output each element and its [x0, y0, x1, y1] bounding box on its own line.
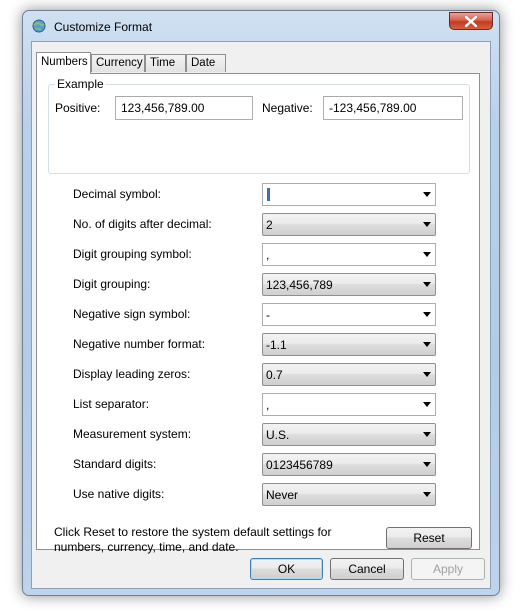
- example-groupbox: Example Positive: 123,456,789.00 Negativ…: [48, 77, 470, 174]
- digit-grouping-symbol-combo[interactable]: ,: [262, 243, 436, 266]
- list-separator-combo[interactable]: ,: [262, 393, 436, 416]
- negative-label: Negative:: [262, 101, 313, 115]
- negative-number-format-value: -1.1: [266, 338, 287, 352]
- negative-number-format-label: Negative number format:: [73, 337, 206, 351]
- ok-button[interactable]: OK: [250, 558, 323, 580]
- digit-grouping-symbol-value: ,: [266, 248, 270, 262]
- globe-icon: [32, 19, 46, 33]
- tab-date[interactable]: Date: [186, 54, 226, 72]
- reset-info-text: Click Reset to restore the system defaul…: [54, 525, 374, 555]
- tab-label: Numbers: [41, 56, 88, 68]
- chevron-down-icon: [423, 282, 431, 287]
- display-leading-zeros-combo[interactable]: 0.7: [262, 363, 436, 386]
- decimal-symbol-combo[interactable]: [262, 183, 436, 206]
- negative-example-field[interactable]: -123,456,789.00: [323, 96, 463, 120]
- chevron-down-icon: [423, 432, 431, 437]
- measurement-system-value: U.S.: [266, 428, 290, 442]
- chevron-down-icon: [423, 252, 431, 257]
- close-icon: [465, 16, 477, 27]
- decimal-symbol-label: Decimal symbol:: [73, 187, 162, 201]
- window-title: Customize Format: [54, 20, 153, 34]
- tab-label: Date: [191, 57, 216, 69]
- reset-button[interactable]: Reset: [386, 527, 472, 549]
- chevron-down-icon: [423, 342, 431, 347]
- positive-example-field[interactable]: 123,456,789.00: [115, 96, 253, 120]
- negative-sign-symbol-combo[interactable]: -: [262, 303, 436, 326]
- chevron-down-icon: [423, 372, 431, 377]
- list-separator-value: ,: [266, 398, 270, 412]
- tab-currency[interactable]: Currency: [91, 54, 145, 72]
- chevron-down-icon: [423, 492, 431, 497]
- negative-sign-symbol-value: -: [266, 308, 270, 322]
- reset-info-line-1: Click Reset to restore the system defaul…: [54, 525, 332, 539]
- chevron-down-icon: [423, 462, 431, 467]
- standard-digits-combo[interactable]: 0123456789: [262, 453, 436, 476]
- standard-digits-value: 0123456789: [266, 458, 333, 472]
- negative-example-value: -123,456,789.00: [329, 101, 417, 115]
- chevron-down-icon: [423, 222, 431, 227]
- positive-example-value: 123,456,789.00: [121, 101, 205, 115]
- use-native-digits-label: Use native digits:: [73, 487, 165, 501]
- cancel-button[interactable]: Cancel: [330, 558, 404, 580]
- display-leading-zeros-label: Display leading zeros:: [73, 367, 191, 381]
- text-caret: [267, 188, 270, 201]
- numbers-tab-panel: Example Positive: 123,456,789.00 Negativ…: [36, 73, 480, 550]
- chevron-down-icon: [423, 192, 431, 197]
- standard-digits-label: Standard digits:: [73, 457, 157, 471]
- apply-button: Apply: [411, 558, 485, 580]
- use-native-digits-value: Never: [266, 488, 299, 502]
- reset-info-line-2: numbers, currency, time, and date.: [54, 540, 239, 554]
- measurement-system-combo[interactable]: U.S.: [262, 423, 436, 446]
- digits-after-decimal-value: 2: [266, 218, 273, 232]
- dialog-client-area: Numbers Currency Time Date Example Posit…: [31, 41, 491, 589]
- decimal-symbol-value: [266, 188, 270, 202]
- positive-label: Positive:: [55, 101, 101, 115]
- tab-time[interactable]: Time: [145, 54, 186, 72]
- list-separator-label: List separator:: [73, 397, 150, 411]
- negative-sign-symbol-label: Negative sign symbol:: [73, 307, 191, 321]
- chevron-down-icon: [423, 402, 431, 407]
- measurement-system-label: Measurement system:: [73, 427, 192, 441]
- title-bar[interactable]: Customize Format: [23, 11, 499, 41]
- digit-grouping-label: Digit grouping:: [73, 277, 151, 291]
- digit-grouping-symbol-label: Digit grouping symbol:: [73, 247, 192, 261]
- tab-label: Time: [150, 57, 176, 69]
- tab-numbers[interactable]: Numbers: [36, 52, 91, 74]
- digits-after-decimal-combo[interactable]: 2: [262, 213, 436, 236]
- digits-after-decimal-label: No. of digits after decimal:: [73, 217, 212, 231]
- digit-grouping-combo[interactable]: 123,456,789: [262, 273, 436, 296]
- use-native-digits-combo[interactable]: Never: [262, 483, 436, 506]
- chevron-down-icon: [423, 312, 431, 317]
- example-title: Example: [55, 77, 106, 91]
- display-leading-zeros-value: 0.7: [266, 368, 283, 382]
- customize-format-window: Customize Format Numbers Currency Time D…: [22, 10, 500, 596]
- digit-grouping-value: 123,456,789: [266, 278, 333, 292]
- tab-label: Currency: [96, 57, 143, 69]
- close-button[interactable]: [449, 12, 493, 30]
- negative-number-format-combo[interactable]: -1.1: [262, 333, 436, 356]
